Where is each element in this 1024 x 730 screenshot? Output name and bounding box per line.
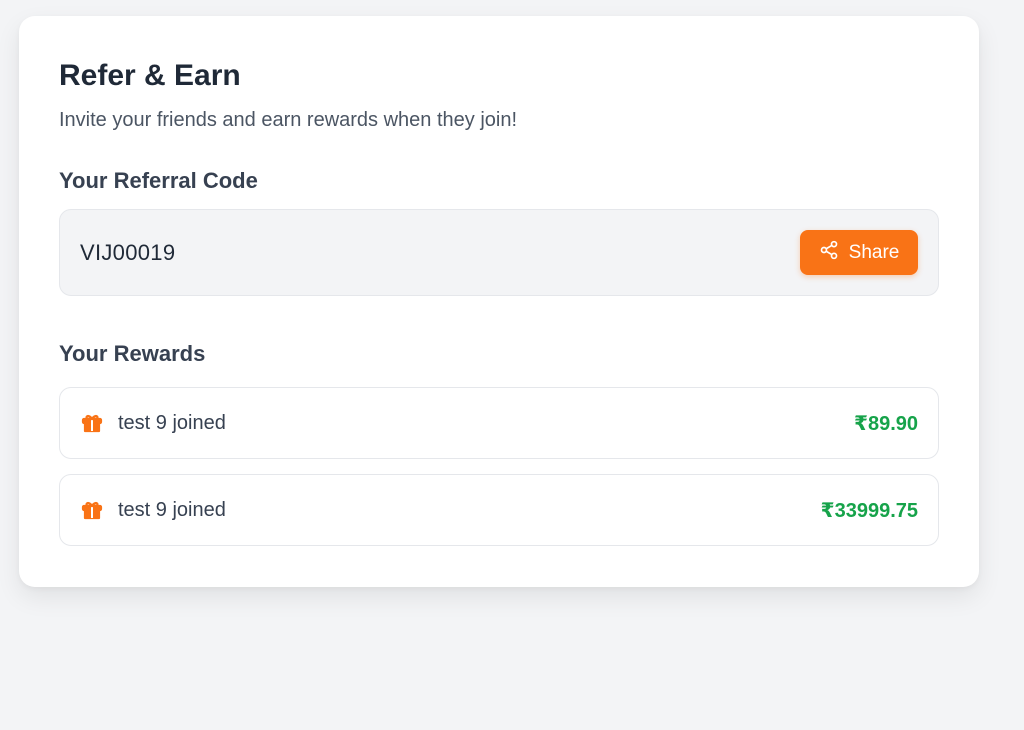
referral-code-label: Your Referral Code xyxy=(59,168,258,193)
share-button[interactable]: Share xyxy=(800,230,918,275)
share-icon xyxy=(819,240,839,266)
reward-amount: ₹89.90 xyxy=(854,412,918,435)
page-subtitle: Invite your friends and earn rewards whe… xyxy=(59,109,518,131)
share-button-label: Share xyxy=(848,241,900,263)
reward-amount: ₹33999.75 xyxy=(820,499,918,522)
reward-item: test 9 joined ₹33999.75 xyxy=(59,474,939,546)
reward-text: test 9 joined xyxy=(118,411,226,434)
refer-earn-card: Refer & Earn Invite your friends and ear… xyxy=(19,16,979,587)
rewards-label: Your Rewards xyxy=(59,341,206,366)
reward-item: test 9 joined ₹89.90 xyxy=(59,387,939,459)
page-title: Refer & Earn xyxy=(59,59,241,92)
gift-icon xyxy=(80,498,104,522)
gift-icon xyxy=(80,411,104,435)
referral-code-value[interactable]: VIJ00019 xyxy=(80,240,175,266)
reward-text: test 9 joined xyxy=(118,498,226,521)
referral-code-box: VIJ00019 Share xyxy=(59,209,939,296)
